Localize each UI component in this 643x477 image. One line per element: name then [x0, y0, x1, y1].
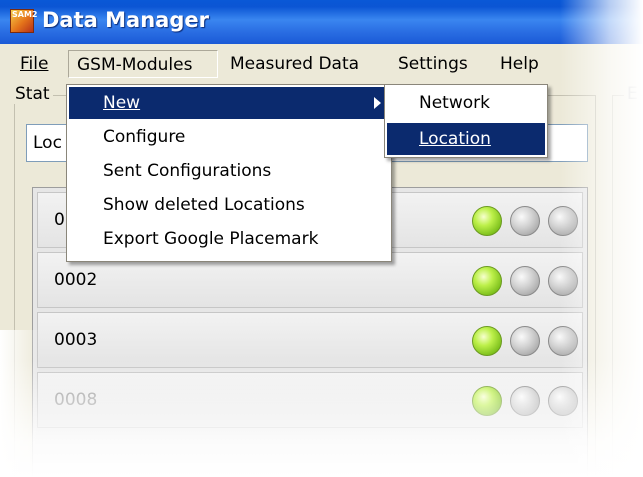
status-led-gray-icon — [548, 326, 578, 356]
status-led-gray-icon — [510, 206, 540, 236]
status-led-gray-icon — [510, 326, 540, 356]
menu-item-network[interactable]: Network — [387, 87, 545, 119]
location-row[interactable]: 0008 — [37, 372, 583, 428]
menu-item-export-google-placemark-label: Export Google Placemark — [103, 229, 319, 249]
search-value: Loc — [33, 133, 62, 153]
window-title: Data Manager — [42, 8, 209, 32]
menu-item-export-google-placemark[interactable]: Export Google Placemark — [69, 223, 389, 255]
menu-item-location-label: Location — [419, 129, 491, 149]
location-id: 0008 — [54, 390, 98, 410]
menu-bar: File GSM-Modules Measured Data Settings … — [0, 44, 643, 84]
status-led-green-icon — [472, 386, 502, 416]
status-led-gray-icon — [510, 386, 540, 416]
menu-item-new[interactable]: New — [69, 87, 389, 119]
location-row[interactable]: 0003 — [37, 312, 583, 368]
status-led-gray-icon — [548, 206, 578, 236]
title-bar[interactable]: SAM2 Data Manager — [0, 0, 643, 44]
menu-help-label: Help — [500, 54, 539, 74]
status-led-green-icon — [472, 326, 502, 356]
menu-settings[interactable]: Settings — [390, 50, 476, 78]
menu-item-configure-label: Configure — [103, 127, 186, 147]
menu-item-sent-configurations-label: Sent Configurations — [103, 161, 272, 181]
right-group-legend: E — [624, 84, 641, 104]
location-id: 0003 — [54, 330, 98, 350]
status-led-gray-icon — [510, 266, 540, 296]
app-logo-icon: SAM2 — [10, 9, 38, 33]
status-led-green-icon — [472, 206, 502, 236]
submenu-arrow-icon — [374, 97, 381, 109]
menu-item-new-label: New — [103, 93, 141, 113]
menu-measured-data-label: Measured Data — [230, 54, 360, 74]
status-led-gray-icon — [548, 386, 578, 416]
menu-measured-data[interactable]: Measured Data — [222, 50, 367, 78]
app-logo-text: SAM2 — [12, 10, 38, 19]
status-led-green-icon — [472, 266, 502, 296]
menu-item-sent-configurations[interactable]: Sent Configurations — [69, 155, 389, 187]
right-group — [612, 95, 643, 477]
menu-item-location[interactable]: Location — [387, 123, 545, 155]
menu-file[interactable]: File — [12, 50, 56, 78]
menu-item-show-deleted-locations-label: Show deleted Locations — [103, 195, 305, 215]
gsm-modules-menu: New Configure Sent Configurations Show d… — [66, 84, 392, 262]
new-submenu: Network Location — [384, 84, 548, 158]
status-group-legend: Stat — [12, 84, 53, 104]
menu-settings-label: Settings — [398, 54, 468, 74]
menu-item-configure[interactable]: Configure — [69, 121, 389, 153]
menu-file-label: File — [20, 54, 49, 74]
menu-item-network-label: Network — [419, 93, 490, 113]
location-id: 0002 — [54, 270, 98, 290]
app-window: SAM2 Data Manager File GSM-Modules Measu… — [0, 0, 643, 477]
status-led-gray-icon — [548, 266, 578, 296]
menu-item-show-deleted-locations[interactable]: Show deleted Locations — [69, 189, 389, 221]
location-id: 0 — [54, 210, 65, 230]
menu-gsm-modules[interactable]: GSM-Modules — [68, 50, 218, 78]
menu-gsm-modules-label: GSM-Modules — [77, 55, 193, 75]
menu-help[interactable]: Help — [492, 50, 547, 78]
